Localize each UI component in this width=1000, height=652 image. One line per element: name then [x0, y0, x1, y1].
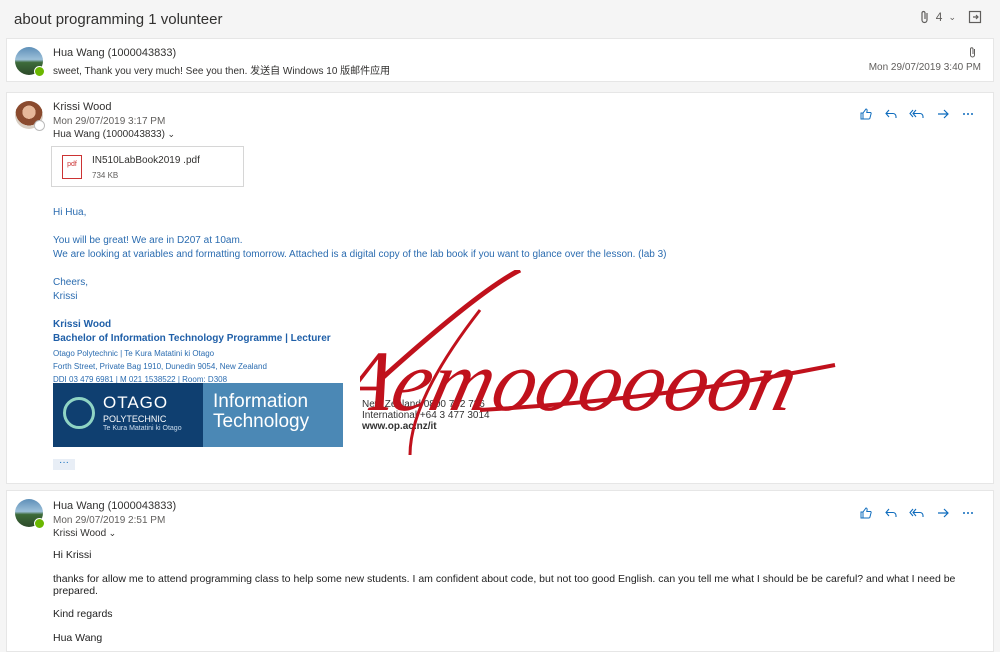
message-actions: [859, 506, 975, 520]
message-signoff: Hua Wang: [53, 632, 103, 644]
banner-right-line2: Technology: [213, 411, 310, 432]
banner-right-line1: Information: [213, 391, 309, 412]
attachment-card[interactable]: pdf IN510LabBook2019 .pdf 734 KB: [51, 146, 244, 187]
presence-online-icon: [34, 518, 45, 529]
paperclip-icon: [921, 10, 928, 24]
contact-nz: New Zealand 0800 762 786: [362, 399, 485, 410]
paperclip-icon: [970, 47, 975, 58]
reply-icon[interactable]: [884, 506, 898, 520]
banner-left-sub: POLYTECHNIC: [103, 414, 167, 424]
message-actions: [859, 107, 975, 121]
message-recipient[interactable]: Krissi Wood ⌄: [53, 528, 116, 539]
message-sender[interactable]: Hua Wang (1000043833): [53, 500, 176, 512]
attachment-count[interactable]: 4: [936, 10, 943, 24]
contact-intl: International +64 3 477 3014: [362, 410, 490, 421]
banner-left-title: OTAGO: [103, 393, 169, 412]
pdf-icon: pdf: [62, 155, 82, 179]
show-more-button[interactable]: ···: [53, 458, 75, 470]
recipient-label: Hua Wang (1000043833): [53, 129, 165, 140]
presence-away-icon: [34, 120, 45, 131]
recipient-label: Krissi Wood: [53, 528, 107, 539]
signature-org: Otago Polytechnic | Te Kura Matatini ki …: [53, 349, 215, 358]
forward-icon[interactable]: [936, 107, 950, 121]
message-sender[interactable]: Krissi Wood: [53, 101, 111, 113]
attachment-size: 734 KB: [92, 171, 119, 180]
reply-icon[interactable]: [884, 107, 898, 121]
message-line: You will be great! We are in D207 at 10a…: [53, 235, 243, 246]
message-greeting: Hi Krissi: [53, 549, 92, 561]
message-expanded: Hua Wang (1000043833) Mon 29/07/2019 2:5…: [6, 490, 994, 652]
message-expanded: Krissi Wood Mon 29/07/2019 3:17 PM Hua W…: [6, 92, 994, 484]
message-sender: Hua Wang (1000043833): [53, 47, 177, 59]
signature-role: Bachelor of Information Technology Progr…: [53, 333, 331, 344]
otago-logo-icon: [63, 397, 95, 429]
chevron-down-icon[interactable]: ⌄: [106, 528, 117, 538]
signature-address: Forth Street, Private Bag 1910, Dunedin …: [53, 362, 267, 371]
reply-all-icon[interactable]: [909, 506, 925, 520]
message-recipient[interactable]: Hua Wang (1000043833) ⌄: [53, 129, 175, 140]
more-icon[interactable]: [961, 506, 975, 520]
message-date: Mon 29/07/2019 3:17 PM: [53, 116, 166, 127]
presence-online-icon: [34, 66, 45, 77]
popout-icon[interactable]: [968, 10, 982, 24]
message-date: Mon 29/07/2019 2:51 PM: [53, 515, 166, 526]
message-date: Mon 29/07/2019 3:40 PM: [868, 62, 981, 73]
message-line: We are looking at variables and formatti…: [53, 249, 667, 260]
signature-banner: OTAGO POLYTECHNIC Te Kura Matatini ki Ot…: [53, 383, 343, 447]
contact-web[interactable]: www.op.ac.nz/it: [362, 421, 490, 432]
reply-all-icon[interactable]: [909, 107, 925, 121]
signature-name: Krissi Wood: [53, 319, 112, 330]
banner-left-sub2: Te Kura Matatini ki Otago: [103, 425, 182, 432]
thread-subject: about programming 1 volunteer: [14, 11, 223, 28]
message-greeting: Hi Hua,: [53, 207, 87, 218]
message-body: thanks for allow me to attend programmin…: [53, 573, 956, 597]
like-icon[interactable]: [859, 506, 873, 520]
message-regards: Kind regards: [53, 608, 113, 620]
chevron-down-icon[interactable]: ⌄: [165, 129, 175, 139]
thread-header-tools: 4 ⌄: [920, 10, 982, 24]
like-icon[interactable]: [859, 107, 873, 121]
otago-logo-panel: OTAGO POLYTECHNIC Te Kura Matatini ki Ot…: [53, 383, 203, 447]
signature-contact: New Zealand 0800 762 786 International +…: [362, 399, 490, 432]
message-closing: Cheers,: [53, 277, 89, 288]
banner-right-panel: Information Technology: [203, 383, 343, 447]
more-icon[interactable]: [961, 107, 975, 121]
attachment-name: IN510LabBook2019 .pdf: [92, 155, 200, 166]
message-closing-name: Krissi: [53, 291, 78, 302]
message-preview: sweet, Thank you very much! See you then…: [53, 66, 391, 77]
message-collapsed[interactable]: Hua Wang (1000043833) sweet, Thank you v…: [6, 38, 994, 82]
chevron-down-icon[interactable]: ⌄: [948, 12, 956, 23]
forward-icon[interactable]: [936, 506, 950, 520]
thread-header: about programming 1 volunteer 4 ⌄: [0, 0, 1000, 38]
